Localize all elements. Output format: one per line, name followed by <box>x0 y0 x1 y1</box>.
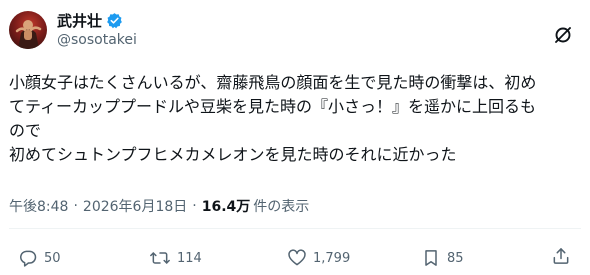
bookmark-count: 85 <box>447 250 464 266</box>
meta-separator: · <box>73 198 78 214</box>
reply-button[interactable]: 50 <box>18 246 61 270</box>
tweet-text-line: 小顔女子はたくさんいるが、齋藤飛鳥の顔面を生で見た時の衝撃は、初め <box>9 73 537 92</box>
meta-separator: · <box>192 198 197 214</box>
divider <box>9 228 581 229</box>
bookmark-button[interactable]: 85 <box>421 246 464 270</box>
author-display-name[interactable]: 武井壮 <box>57 10 102 31</box>
verified-badge-icon[interactable] <box>106 12 123 29</box>
author-name-row: 武井壮 <box>57 10 123 30</box>
tweet-date[interactable]: 2026年6月18日 <box>83 196 187 216</box>
action-bar: 50 114 1,799 85 <box>0 246 590 270</box>
like-count: 1,799 <box>313 250 351 266</box>
grok-slash-circle-icon[interactable] <box>552 24 574 46</box>
like-button[interactable]: 1,799 <box>287 246 350 270</box>
bookmark-icon <box>421 248 441 268</box>
tweet-text-line: ので <box>9 121 42 140</box>
tweet-text-line: てティーカッププードルや豆柴を見た時の『小さっ！』を遥かに上回るも <box>9 97 537 116</box>
repost-button[interactable]: 114 <box>149 246 202 270</box>
tweet-text-line: 初めてシュトンプフヒメカメレオンを見た時のそれに近かった <box>9 145 457 164</box>
tweet-time[interactable]: 午後8:48 <box>9 196 68 216</box>
avatar[interactable] <box>9 11 47 49</box>
repost-arrows-icon <box>149 248 171 268</box>
reply-bubble-icon <box>18 248 38 268</box>
views-count[interactable]: 16.4万 <box>202 196 251 216</box>
share-upload-icon[interactable] <box>551 246 571 270</box>
heart-icon <box>287 248 307 268</box>
views-label: 件の表示 <box>253 199 310 215</box>
repost-count: 114 <box>177 250 202 266</box>
tweet-meta: 午後8:48 · 2026年6月18日 · 16.4万 件の表示 <box>9 196 309 216</box>
reply-count: 50 <box>44 250 61 266</box>
tweet-card: 武井壮 @sosotakei 小顔女子はたくさんいるが、齋藤飛鳥の顔面を生で見た… <box>0 0 590 275</box>
author-handle[interactable]: @sosotakei <box>57 32 137 48</box>
tweet-text: 小顔女子はたくさんいるが、齋藤飛鳥の顔面を生で見た時の衝撃は、初め てティーカッ… <box>9 71 584 167</box>
